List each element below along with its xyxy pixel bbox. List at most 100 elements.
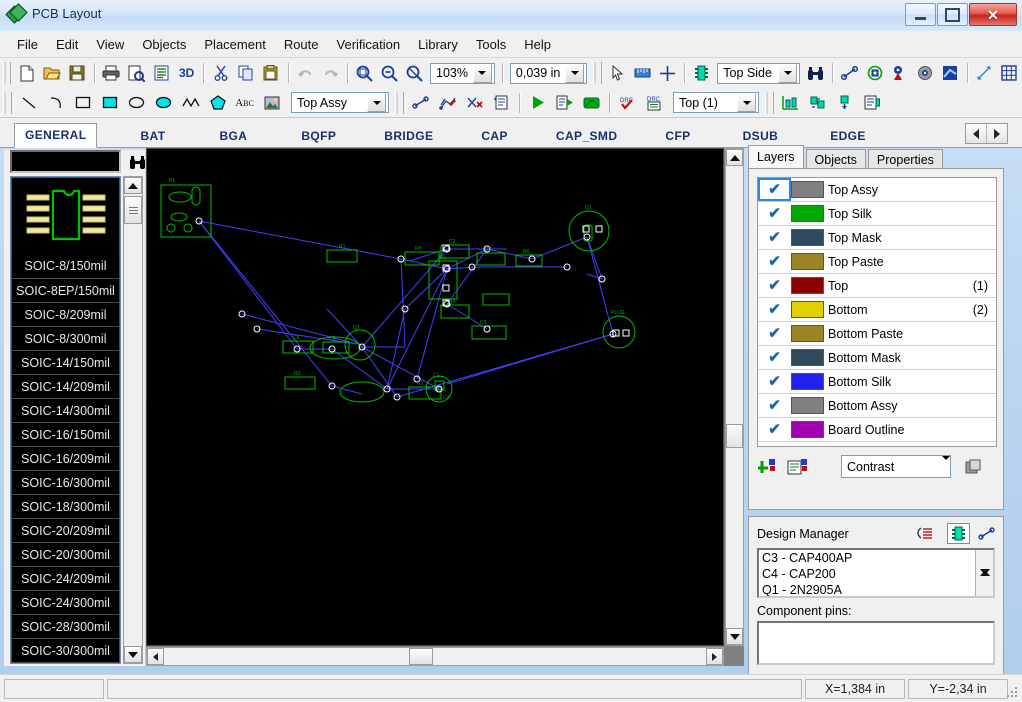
arrange-components-icon[interactable] (832, 91, 857, 115)
scroll-down-button[interactable] (979, 569, 990, 596)
table-row[interactable]: ✔ Bottom Mask (758, 346, 996, 370)
chevron-down-icon[interactable] (565, 63, 585, 83)
component-icon[interactable] (690, 61, 713, 85)
text-icon[interactable]: Abc (232, 91, 257, 115)
tab-layers[interactable]: Layers (748, 145, 804, 168)
unroute-icon[interactable] (462, 91, 487, 115)
layer-color-swatch[interactable] (791, 181, 824, 198)
ellipse-icon[interactable] (124, 91, 149, 115)
layer-properties-icon[interactable] (787, 458, 809, 476)
menu-verification[interactable]: Verification (328, 34, 410, 55)
table-row[interactable]: ✔ Top (1) (758, 274, 996, 298)
polyline-icon[interactable] (178, 91, 203, 115)
zoom-level-combo[interactable]: 103% (430, 62, 495, 84)
minimize-button[interactable] (905, 3, 936, 26)
polygon-icon[interactable] (205, 91, 230, 115)
table-row[interactable]: ✔ Bottom Silk (758, 370, 996, 394)
list-item[interactable]: SOIC-24/300mil (11, 590, 120, 615)
maximize-button[interactable] (937, 3, 968, 26)
layer-pair-combo[interactable]: Top (1) (673, 92, 759, 113)
close-button[interactable]: ✕ (969, 3, 1017, 26)
pad-icon[interactable] (888, 61, 911, 85)
list-item[interactable]: SOIC-24/209mil (11, 566, 120, 591)
menu-placement[interactable]: Placement (195, 34, 274, 55)
save-icon[interactable] (66, 61, 89, 85)
table-row[interactable]: ✔ Bottom (2) (758, 298, 996, 322)
chevron-down-icon[interactable] (367, 93, 386, 112)
lib-tab-general[interactable]: GENERAL (14, 123, 98, 148)
print-preview-icon[interactable] (125, 61, 148, 85)
library-search-input[interactable] (10, 150, 121, 173)
tab-prev-button[interactable] (966, 124, 987, 143)
layer-visibility-checkbox[interactable]: ✔ (758, 418, 791, 441)
chevron-down-icon[interactable] (778, 63, 798, 83)
canvas-horizontal-scrollbar[interactable] (146, 647, 724, 666)
measure-panel-icon[interactable] (778, 91, 803, 115)
scroll-up-button[interactable] (124, 177, 142, 194)
layer-color-swatch[interactable] (791, 277, 824, 294)
copper-pour-icon[interactable] (939, 61, 962, 85)
table-row[interactable]: ✔ Top Mask (758, 226, 996, 250)
layer-color-swatch[interactable] (791, 421, 824, 438)
list-item[interactable]: SOIC-14/300mil (11, 398, 120, 423)
layer-visibility-checkbox[interactable]: ✔ (758, 394, 791, 417)
list-item[interactable]: C4 - CAP200 (759, 566, 993, 582)
chevron-down-icon[interactable] (737, 93, 756, 112)
display-mode-combo[interactable]: Contrast (841, 455, 951, 478)
list-item[interactable]: SOIC-30/300mil (11, 638, 120, 663)
list-item[interactable]: SOIC-8/209mil (11, 302, 120, 327)
binoculars-icon[interactable] (127, 152, 147, 172)
open-file-icon[interactable] (41, 61, 64, 85)
layer-visibility-checkbox[interactable]: ✔ (758, 370, 791, 393)
draw-toolbar-grip[interactable] (3, 91, 12, 114)
drc-report-icon[interactable]: DRC (642, 91, 667, 115)
menu-library[interactable]: Library (409, 34, 467, 55)
layer-color-swatch[interactable] (791, 253, 824, 270)
toolbar-grip-2[interactable] (593, 62, 602, 84)
tab-next-button[interactable] (987, 124, 1007, 143)
scroll-thumb[interactable] (124, 196, 142, 224)
menu-objects[interactable]: Objects (133, 34, 195, 55)
lib-tab-bridge[interactable]: BRIDGE (373, 124, 444, 148)
arc-icon[interactable] (43, 91, 68, 115)
table-row[interactable]: ✔ Top Silk (758, 202, 996, 226)
resize-grip-icon[interactable] (1005, 685, 1019, 699)
menu-edit[interactable]: Edit (47, 34, 87, 55)
zoom-fit-icon[interactable] (403, 61, 426, 85)
table-row[interactable]: ✔ Bottom Assy (758, 394, 996, 418)
list-item[interactable]: SOIC-8/300mil (11, 326, 120, 351)
layer-color-swatch[interactable] (791, 325, 824, 342)
layer-visibility-checkbox[interactable]: ✔ (758, 298, 791, 321)
layer-color-swatch[interactable] (791, 373, 824, 390)
scroll-up-button[interactable] (979, 550, 990, 576)
dimension-icon[interactable] (973, 61, 996, 85)
lib-tab-cap-smd[interactable]: CAP_SMD (545, 124, 628, 148)
chevron-down-icon[interactable] (472, 63, 492, 83)
run-report-icon[interactable] (552, 91, 577, 115)
layer-color-swatch[interactable] (791, 205, 824, 222)
layer-visibility-checkbox[interactable]: ✔ (758, 226, 791, 249)
list-item[interactable]: SOIC-16/150mil (11, 422, 120, 447)
library-item-list[interactable]: SOIC-8/150mil SOIC-8EP/150mil SOIC-8/209… (10, 176, 121, 664)
list-item[interactable]: SOIC-20/209mil (11, 518, 120, 543)
scroll-down-button[interactable] (124, 646, 142, 663)
board-side-combo[interactable]: Top Side (717, 62, 801, 84)
design-manager-list[interactable]: C3 - CAP400AP C4 - CAP200 Q1 - 2N2905A (757, 548, 995, 598)
chevron-down-icon[interactable] (942, 455, 950, 474)
grid-step-combo[interactable]: 0,039 in (509, 62, 588, 84)
filled-ellipse-icon[interactable] (151, 91, 176, 115)
list-item[interactable]: SOIC-20/300mil (11, 542, 120, 567)
3d-view-icon[interactable]: 3D (175, 61, 198, 85)
canvas-scroll-up-button[interactable] (726, 149, 743, 166)
binoculars-icon[interactable] (804, 61, 827, 85)
netlist-icon[interactable] (489, 91, 514, 115)
contrast-toggle-icon[interactable] (965, 459, 981, 475)
list-item[interactable]: SOIC-16/209mil (11, 446, 120, 471)
tab-properties[interactable]: Properties (867, 149, 943, 170)
menu-route[interactable]: Route (275, 34, 328, 55)
hole-icon[interactable] (914, 61, 937, 85)
zoom-out-icon[interactable] (378, 61, 401, 85)
list-item[interactable]: SOIC-16/300mil (11, 470, 120, 495)
menu-help[interactable]: Help (515, 34, 560, 55)
layer-visibility-checkbox[interactable]: ✔ (758, 250, 791, 273)
